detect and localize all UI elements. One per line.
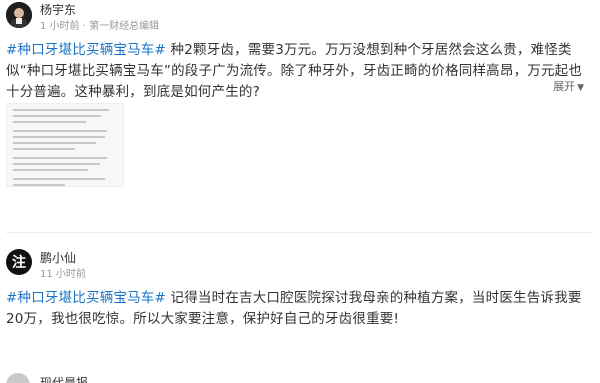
post-content: #种口牙堪比买辆宝马车# 记得当时在吉大口腔医院探讨我母亲的种植方案，当时医生告…: [6, 288, 592, 330]
article-thumbnail[interactable]: [6, 103, 124, 187]
chevron-down-icon: ▼: [577, 83, 584, 93]
expand-button[interactable]: 展开 ▼: [553, 78, 584, 94]
hashtag-link[interactable]: #种口牙堪比买辆宝马车#: [6, 290, 166, 306]
avatar-text: 注: [12, 255, 26, 271]
avatar[interactable]: [6, 373, 30, 383]
hashtag-link[interactable]: #种口牙堪比买辆宝马车#: [6, 42, 166, 58]
divider: [6, 232, 592, 233]
author-name[interactable]: 杨宇东: [40, 1, 76, 18]
post-meta: 11 小时前: [40, 269, 86, 280]
post-content: #种口牙堪比买辆宝马车# 种2颗牙齿，需要3万元。万万没想到种个牙居然会这么贵，…: [6, 40, 592, 103]
expand-label: 展开: [553, 80, 576, 93]
avatar[interactable]: [6, 2, 32, 28]
author-name[interactable]: 鹏小仙: [40, 249, 76, 266]
post-meta: 1 小时前 · 第一财经总编辑: [40, 21, 160, 32]
avatar[interactable]: 注: [6, 249, 32, 275]
author-name[interactable]: 现代晨报: [40, 374, 88, 383]
